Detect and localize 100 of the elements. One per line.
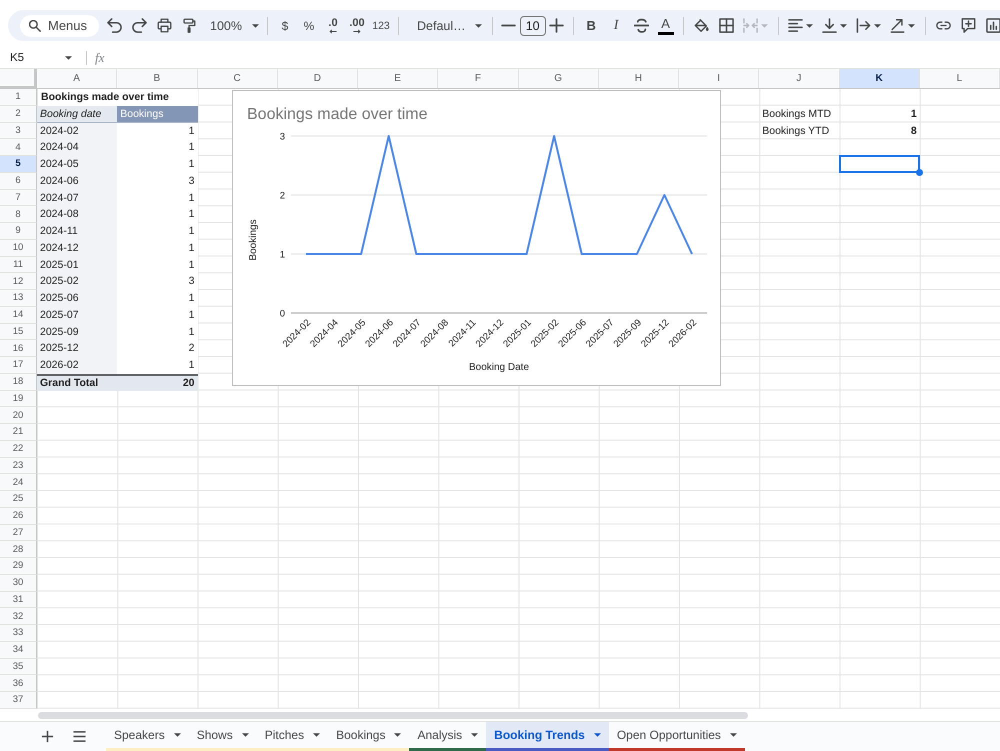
row-header[interactable]: 26 [0,508,37,524]
row-header[interactable]: 36 [0,675,37,692]
name-box[interactable]: K5 [10,52,62,64]
menu-search-field[interactable]: Menus [20,14,99,36]
zoom-dropdown[interactable]: 100% [202,13,262,38]
decrease-decimal-button[interactable]: .0 [321,13,345,38]
row-header[interactable]: 11 [0,256,37,274]
column-header[interactable]: B [117,69,198,88]
table-cell: 2024-11 [37,223,118,240]
row-header[interactable]: 27 [0,524,37,542]
row-header[interactable]: 25 [0,491,37,508]
column-header[interactable]: E [358,69,438,88]
more-formats-button[interactable]: 123 [369,13,393,38]
caret-icon [874,24,882,28]
percent-format-button[interactable]: % [297,13,321,38]
row-header[interactable]: 28 [0,541,37,558]
column-header[interactable]: D [278,69,358,88]
print-icon[interactable] [157,18,172,33]
y-tick-label: 2 [280,190,285,202]
row-header[interactable]: 5 [0,156,37,173]
font-size-field[interactable]: 10 [520,16,546,36]
add-comment-icon[interactable] [960,18,976,33]
row-header[interactable]: 15 [0,324,37,340]
column-header[interactable]: C [198,69,278,88]
text-wrap-icon[interactable] [856,18,872,33]
column-header[interactable]: K [840,69,920,88]
caret-icon [730,733,737,737]
row-header[interactable]: 7 [0,190,37,206]
sheet-tab[interactable]: Speakers [106,722,189,751]
column-header[interactable]: L [920,69,1000,88]
row-header[interactable]: 17 [0,357,37,374]
fill-handle[interactable] [916,168,923,176]
row-header[interactable]: 6 [0,172,37,190]
paint-format-icon[interactable] [182,18,197,33]
row-header[interactable]: 4 [0,139,37,156]
currency-format-button[interactable]: $ [273,13,297,38]
row-header[interactable]: 35 [0,658,37,676]
text-color-button[interactable]: A [658,16,674,34]
plus-icon[interactable] [549,18,564,33]
align-left-icon[interactable] [788,18,804,33]
undo-icon[interactable] [107,18,122,33]
row-header[interactable]: 21 [0,424,37,441]
row-header[interactable]: 2 [0,106,37,122]
sheet-tab[interactable]: Pitches [256,722,328,751]
table-cell: 2024-04 [37,139,118,156]
row-header[interactable]: 13 [0,290,37,307]
row-header[interactable]: 31 [0,592,37,608]
row-header[interactable]: 29 [0,558,37,575]
row-header[interactable]: 37 [0,692,37,709]
row-header[interactable]: 14 [0,306,37,324]
caret-icon [242,733,249,737]
column-header[interactable]: H [598,69,679,88]
font-dropdown[interactable]: Defaul… [404,13,487,38]
sheet-tab[interactable]: Bookings [328,722,410,751]
caret-icon[interactable] [65,56,72,60]
row-header[interactable]: 16 [0,340,37,357]
row-header[interactable]: 23 [0,458,37,474]
text-rotation-icon[interactable] [890,18,906,33]
strikethrough-icon[interactable] [634,18,649,33]
function-label: fx [95,50,104,66]
row-header[interactable]: 24 [0,474,37,491]
row-header[interactable]: 20 [0,407,37,424]
table-cell: 1 [117,240,198,256]
horizontal-scrollbar-thumb[interactable] [38,712,748,718]
row-header[interactable]: 18 [0,374,37,390]
row-header[interactable]: 9 [0,223,37,240]
sheet-tab[interactable]: Analysis [409,722,486,751]
row-header[interactable]: 33 [0,625,37,642]
table-cell: 2026-02 [37,357,118,374]
table-cell: 1 [117,122,198,140]
row-header[interactable]: 10 [0,240,37,256]
row-header[interactable]: 22 [0,440,37,458]
menu-icon[interactable] [73,730,86,743]
column-header[interactable]: I [679,69,760,88]
row-header[interactable]: 19 [0,390,37,408]
column-header[interactable]: A [37,69,118,88]
increase-decimal-button[interactable]: .00 [345,13,369,38]
vertical-align-bottom-icon[interactable] [822,18,838,33]
row-header[interactable]: 32 [0,608,37,625]
add-sheet-icon[interactable] [41,730,54,743]
table-cell: 1 [117,223,198,240]
total-label-cell: Grand Total [37,374,118,390]
row-header[interactable]: 3 [0,122,37,140]
bold-button[interactable]: B [578,13,604,38]
sheet-tab[interactable]: Booking Trends [486,722,609,751]
table-header-cell: Booking date [37,106,118,122]
sheet-tab[interactable]: Open Opportunities [608,722,745,751]
chart-icon[interactable] [986,18,1000,33]
row-header[interactable]: 30 [0,574,37,592]
italic-button[interactable]: I [604,13,629,38]
fill-color-icon[interactable] [694,18,709,33]
redo-icon[interactable] [132,18,147,33]
row-header[interactable]: 34 [0,642,37,658]
column-header[interactable]: F [438,69,518,88]
sheet-tab[interactable]: Shows [188,722,257,751]
borders-icon[interactable] [718,18,734,33]
row-header[interactable]: 1 [0,89,37,106]
row-header[interactable]: 8 [0,206,37,223]
row-header[interactable]: 12 [0,273,37,290]
column-header[interactable]: G [518,69,599,88]
